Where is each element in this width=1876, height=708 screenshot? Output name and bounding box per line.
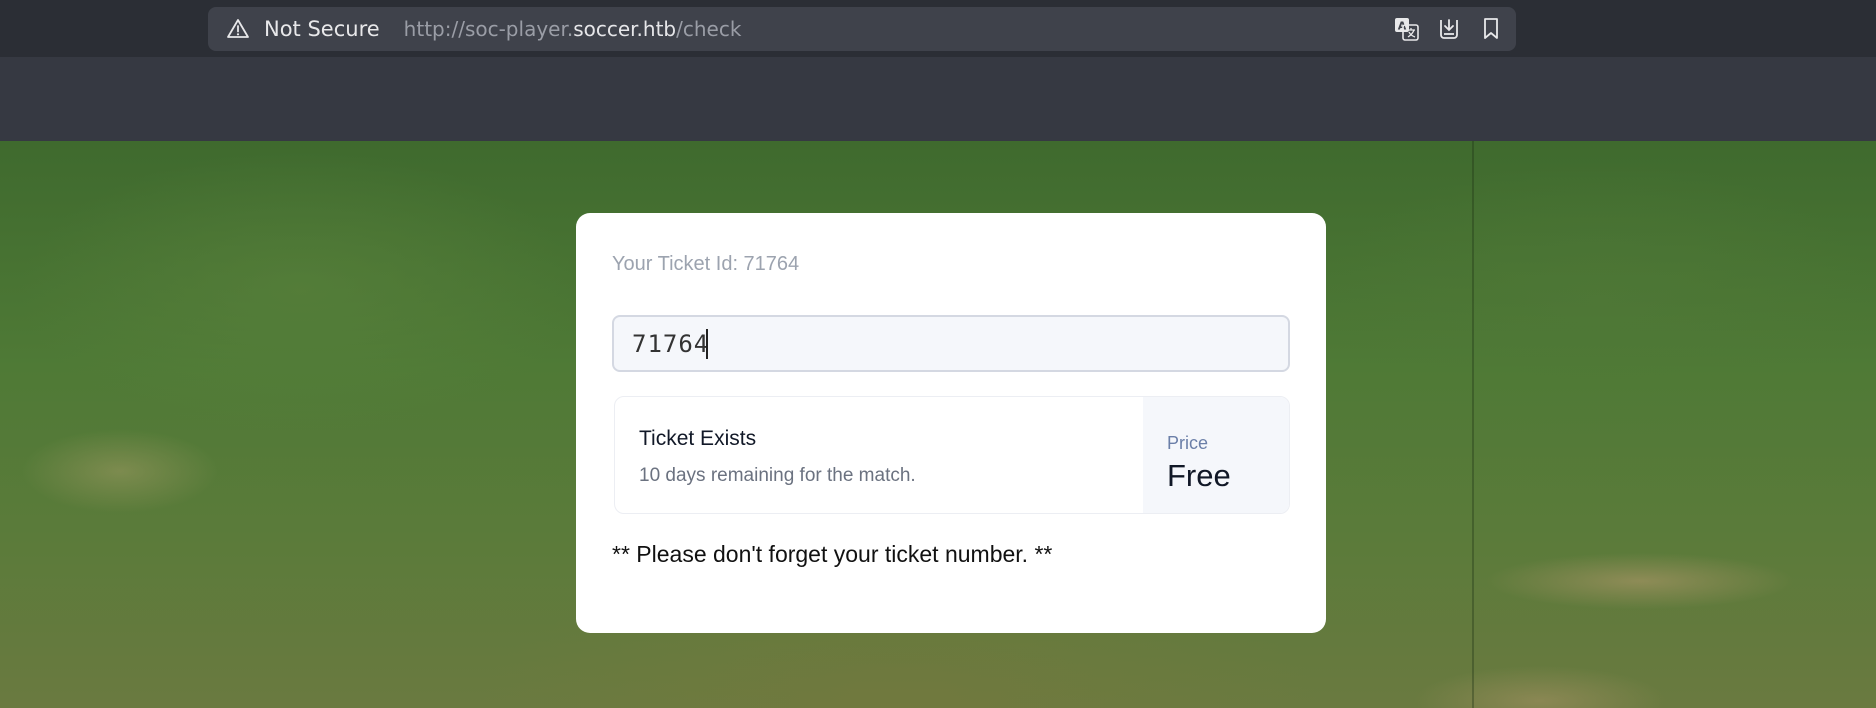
warning-icon[interactable]: [226, 17, 250, 41]
ticket-status-title: Ticket Exists: [639, 427, 757, 450]
ticket-result-info: Ticket Exists 10 days remaining for the …: [615, 397, 1143, 513]
reminder-note: ** Please don't forget your ticket numbe…: [612, 541, 1053, 567]
url-text[interactable]: http://soc-player.soccer.htb/check: [404, 17, 742, 41]
address-bar-actions: A: [1394, 16, 1504, 42]
ticket-number-input[interactable]: [612, 315, 1290, 372]
ticket-id-label: Your Ticket Id: 71764: [612, 253, 800, 275]
url-prefix: http://soc-player.: [403, 17, 574, 41]
text-caret: [706, 329, 708, 359]
address-bar[interactable]: Not Secure http://soc-player.soccer.htb/…: [208, 7, 1516, 51]
ticket-check-card: Your Ticket Id: 71764 Ticket Exists 10 d…: [576, 213, 1326, 633]
price-box: Price Free: [1143, 397, 1289, 513]
download-icon[interactable]: [1436, 16, 1462, 42]
page-header-band: [0, 57, 1876, 141]
ticket-result-panel: Ticket Exists 10 days remaining for the …: [614, 396, 1290, 514]
url-host: soccer.htb: [573, 17, 677, 41]
translate-icon[interactable]: A: [1394, 16, 1420, 42]
price-label: Price: [1167, 433, 1209, 453]
browser-toolbar: Not Secure http://soc-player.soccer.htb/…: [0, 0, 1876, 57]
price-value: Free: [1167, 458, 1231, 493]
ticket-status-subtitle: 10 days remaining for the match.: [639, 465, 916, 486]
background-seam: [1472, 141, 1474, 708]
bookmark-icon[interactable]: [1478, 16, 1504, 42]
security-status-label[interactable]: Not Secure: [264, 17, 380, 41]
url-path: /check: [676, 17, 742, 41]
